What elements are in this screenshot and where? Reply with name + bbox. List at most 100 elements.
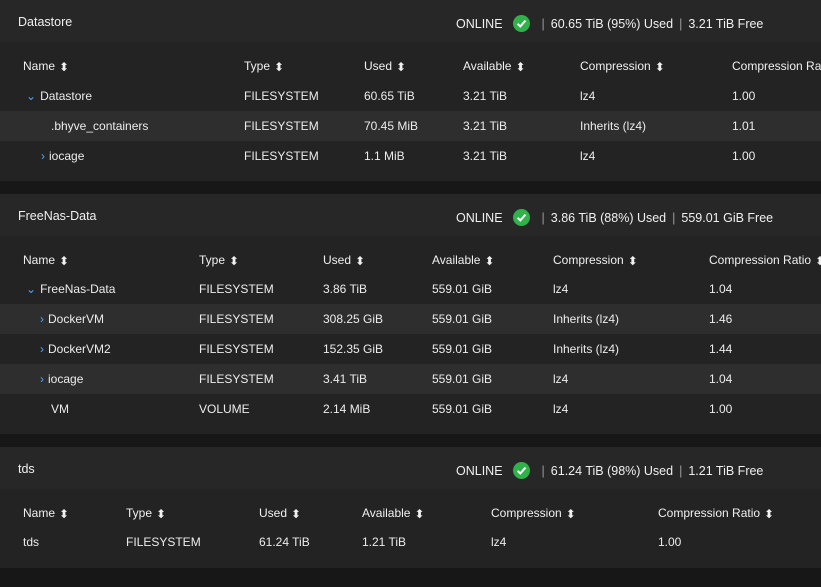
dataset-ratio: 1.01 <box>732 119 756 133</box>
table-row[interactable]: › DockerVM FILESYSTEM 308.25 GiB 559.01 G… <box>0 304 821 334</box>
dataset-available: 559.01 GiB <box>432 282 493 296</box>
table-row[interactable]: tds FILESYSTEM 61.24 TiB 1.21 TiB lz4 1.… <box>0 527 821 557</box>
dataset-used: 61.24 TiB <box>259 535 310 549</box>
table-row[interactable]: › iocage FILESYSTEM 3.41 TiB 559.01 GiB l… <box>0 364 821 394</box>
dataset-compression: Inherits (lz4) <box>553 342 620 356</box>
dataset-available: 559.01 GiB <box>432 402 493 416</box>
pool-status-label: ONLINE <box>456 464 503 478</box>
dataset-used: 2.14 MiB <box>323 402 371 416</box>
dataset-available: 3.21 TiB <box>463 89 508 103</box>
sort-icon[interactable]: ⬍ <box>414 507 424 521</box>
pool-name: tds <box>18 462 35 476</box>
dataset-type: FILESYSTEM <box>244 89 319 103</box>
pool-free: 1.21 TiB Free <box>688 464 764 478</box>
sort-icon[interactable]: ⬍ <box>515 60 525 74</box>
table-row[interactable]: .bhyve_containers FILESYSTEM 70.45 MiB 3… <box>0 111 821 141</box>
dataset-available: 559.01 GiB <box>432 372 493 386</box>
column-header-compression-ratio[interactable]: Compression Ratio⬍ <box>732 59 821 74</box>
dataset-type: FILESYSTEM <box>244 119 319 133</box>
column-header-compression[interactable]: Compression ⬍ <box>553 253 638 268</box>
dataset-used: 60.65 TiB <box>364 89 415 103</box>
sort-icon[interactable]: ⬍ <box>59 254 69 268</box>
sort-icon[interactable]: ⬍ <box>274 60 284 74</box>
pool-name: FreeNas-Data <box>18 209 97 223</box>
table-row[interactable]: › iocage FILESYSTEM 1.1 MiB 3.21 TiB lz4 … <box>0 141 821 171</box>
dataset-compression: Inherits (lz4) <box>553 312 620 326</box>
sort-icon[interactable]: ⬍ <box>59 60 69 74</box>
dataset-name: VM <box>51 402 69 416</box>
chevron-right-icon[interactable]: › <box>41 149 45 163</box>
pool-free: 3.21 TiB Free <box>688 17 764 31</box>
column-header-used[interactable]: Used ⬍ <box>323 253 365 268</box>
dataset-ratio: 1.00 <box>658 535 682 549</box>
check-circle-icon <box>512 209 530 226</box>
sort-icon[interactable]: ⬍ <box>229 254 239 268</box>
column-header-compression-ratio[interactable]: Compression Ratio⬍ <box>658 506 774 521</box>
sort-icon[interactable]: ⬍ <box>396 60 406 74</box>
pool-status: ONLINE | 3.86 TiB (88%) Used | 559.01 GiB Fr… <box>456 209 774 226</box>
sort-icon[interactable]: ⬍ <box>59 507 69 521</box>
dataset-compression: lz4 <box>553 282 569 296</box>
chevron-down-icon[interactable]: ⌄ <box>26 89 36 103</box>
column-header-available[interactable]: Available ⬍ <box>463 59 526 74</box>
column-header-available[interactable]: Available ⬍ <box>362 506 425 521</box>
dataset-ratio: 1.04 <box>709 372 733 386</box>
dataset-name: › DockerVM <box>40 312 105 326</box>
dataset-ratio: 1.00 <box>732 89 756 103</box>
dataset-type: VOLUME <box>199 402 250 416</box>
chevron-right-icon[interactable]: › <box>40 342 44 356</box>
dataset-type: FILESYSTEM <box>199 372 274 386</box>
column-header-type[interactable]: Type ⬍ <box>126 506 166 521</box>
sort-icon[interactable]: ⬍ <box>764 507 774 521</box>
sort-icon[interactable]: ⬍ <box>815 254 821 268</box>
column-header-name[interactable]: Name ⬍ <box>23 253 69 268</box>
sort-icon[interactable]: ⬍ <box>484 254 494 268</box>
dataset-used: 308.25 GiB <box>323 312 384 326</box>
column-header-name[interactable]: Name ⬍ <box>23 59 69 74</box>
pool-name: Datastore <box>18 15 73 29</box>
column-header-compression[interactable]: Compression ⬍ <box>580 59 665 74</box>
pool-card-freenas-data: FreeNas-Data ONLINE | 3.86 TiB (88%) Used |… <box>0 194 821 434</box>
table-header: Name ⬍ Type ⬍ Used ⬍ Available ⬍ Compression… <box>0 244 821 274</box>
sort-icon[interactable]: ⬍ <box>156 507 166 521</box>
column-header-name[interactable]: Name ⬍ <box>23 506 69 521</box>
chevron-right-icon[interactable]: › <box>40 372 44 386</box>
column-header-type[interactable]: Type ⬍ <box>244 59 284 74</box>
table-row[interactable]: ⌄ FreeNas-Data FILESYSTEM 3.86 TiB 559.01… <box>0 274 821 304</box>
sort-icon[interactable]: ⬍ <box>628 254 638 268</box>
dataset-available: 3.21 TiB <box>463 119 508 133</box>
column-header-type[interactable]: Type ⬍ <box>199 253 239 268</box>
sort-icon[interactable]: ⬍ <box>355 254 365 268</box>
sort-icon[interactable]: ⬍ <box>655 60 665 74</box>
dataset-type: FILESYSTEM <box>199 282 274 296</box>
pool-used: 3.86 TiB (88%) Used <box>550 211 667 225</box>
table-row[interactable]: VM VOLUME 2.14 MiB 559.01 GiB lz4 1.00 <box>0 394 821 424</box>
table-header: Name ⬍ Type ⬍ Used ⬍ Available ⬍ Compression… <box>0 497 821 527</box>
dataset-used: 3.41 TiB <box>323 372 368 386</box>
pool-header: Datastore ONLINE | 60.65 TiB (95%) Used | 3.… <box>0 0 821 42</box>
dataset-name: .bhyve_containers <box>51 119 149 133</box>
column-header-used[interactable]: Used ⬍ <box>259 506 301 521</box>
sort-icon[interactable]: ⬍ <box>291 507 301 521</box>
dataset-available: 3.21 TiB <box>463 149 508 163</box>
chevron-down-icon[interactable]: ⌄ <box>26 282 36 296</box>
dataset-name: › iocage <box>40 372 84 386</box>
chevron-right-icon[interactable]: › <box>40 312 44 326</box>
pool-card-datastore: Datastore ONLINE | 60.65 TiB (95%) Used | 3.… <box>0 0 821 181</box>
dataset-available: 1.21 TiB <box>362 535 407 549</box>
dataset-name: ⌄ FreeNas-Data <box>26 282 116 296</box>
column-header-used[interactable]: Used ⬍ <box>364 59 406 74</box>
pool-used: 60.65 TiB (95%) Used <box>550 17 674 31</box>
pool-header: FreeNas-Data ONLINE | 3.86 TiB (88%) Used |… <box>0 194 821 236</box>
column-header-compression[interactable]: Compression ⬍ <box>491 506 576 521</box>
column-header-available[interactable]: Available ⬍ <box>432 253 495 268</box>
pool-status: ONLINE | 60.65 TiB (95%) Used | 3.21 TiB Fre… <box>456 15 764 32</box>
column-header-compression-ratio[interactable]: Compression Ratio⬍ <box>709 253 821 268</box>
sort-icon[interactable]: ⬍ <box>566 507 576 521</box>
dataset-compression: lz4 <box>491 535 507 549</box>
table-row[interactable]: ⌄ Datastore FILESYSTEM 60.65 TiB 3.21 TiB… <box>0 81 821 111</box>
dataset-available: 559.01 GiB <box>432 312 493 326</box>
dataset-compression: lz4 <box>553 402 569 416</box>
table-row[interactable]: › DockerVM2 FILESYSTEM 152.35 GiB 559.01 … <box>0 334 821 364</box>
dataset-compression: lz4 <box>553 372 569 386</box>
